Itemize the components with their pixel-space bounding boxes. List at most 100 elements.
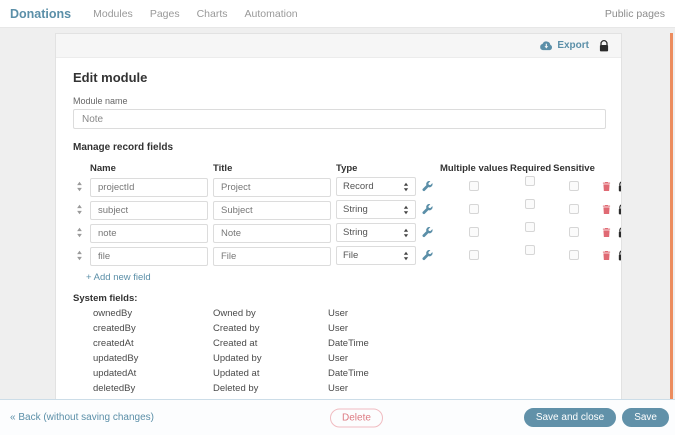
field-name-input[interactable] (90, 201, 208, 220)
system-field-type: User (328, 324, 604, 334)
field-row: File (73, 244, 604, 267)
module-lock-icon[interactable] (599, 40, 609, 52)
nav-item-public-pages[interactable]: Public pages (605, 8, 665, 20)
system-field-title: Updated at (213, 369, 328, 379)
system-field-type: DateTime (328, 339, 604, 349)
system-field-row: createdBy Created by User (73, 324, 604, 334)
delete-field-trash-icon[interactable] (598, 181, 614, 192)
field-settings-wrench-icon[interactable] (416, 250, 438, 261)
export-button[interactable]: Export (539, 40, 589, 51)
drag-handle-icon[interactable] (73, 250, 86, 261)
top-navbar: Donations Modules Pages Charts Automatio… (0, 0, 675, 28)
required-checkbox[interactable] (525, 222, 535, 232)
system-field-row: updatedBy Updated by User (73, 354, 604, 364)
export-label: Export (557, 40, 589, 51)
field-settings-wrench-icon[interactable] (416, 181, 438, 192)
card-body: Edit module Module name Manage record fi… (56, 58, 621, 399)
field-title-input[interactable] (213, 178, 331, 197)
multiple-values-checkbox[interactable] (469, 204, 479, 214)
sensitive-checkbox[interactable] (569, 227, 579, 237)
environment-stripe (670, 33, 673, 399)
field-settings-wrench-icon[interactable] (416, 227, 438, 238)
save-button[interactable]: Save (622, 408, 669, 427)
field-title-input[interactable] (213, 247, 331, 266)
nav-item-automation[interactable]: Automation (245, 8, 298, 20)
system-field-title: Updated by (213, 354, 328, 364)
system-field-title: Deleted by (213, 384, 328, 394)
system-field-type: User (328, 309, 604, 319)
system-field-title: Owned by (213, 309, 328, 319)
system-field-title: Created at (213, 339, 328, 349)
nav-item-modules[interactable]: Modules (93, 8, 133, 20)
app-window: Donations Modules Pages Charts Automatio… (0, 0, 675, 435)
field-settings-wrench-icon[interactable] (416, 204, 438, 215)
field-type-value: Record (343, 181, 374, 192)
fields-table-header: Name Title Type Multiple values Required… (73, 161, 604, 175)
system-field-type: User (328, 384, 604, 394)
delete-field-trash-icon[interactable] (598, 227, 614, 238)
manage-fields-heading: Manage record fields (73, 142, 604, 153)
drag-handle-icon[interactable] (73, 204, 86, 215)
back-link[interactable]: « Back (without saving changes) (10, 412, 154, 423)
system-field-name: updatedBy (93, 354, 213, 364)
content-area: Export Edit module Module name Manage re… (0, 28, 675, 399)
system-field-name: updatedAt (93, 369, 213, 379)
field-lock-icon[interactable] (614, 250, 621, 261)
system-field-row: ownedBy Owned by User (73, 309, 604, 319)
system-field-row: updatedAt Updated at DateTime (73, 369, 604, 379)
select-arrows-icon (403, 205, 409, 215)
multiple-values-checkbox[interactable] (469, 250, 479, 260)
required-checkbox[interactable] (525, 176, 535, 186)
system-field-title: Created by (213, 324, 328, 334)
system-field-name: ownedBy (93, 309, 213, 319)
drag-handle-icon[interactable] (73, 181, 86, 192)
field-lock-icon[interactable] (614, 227, 621, 238)
field-name-input[interactable] (90, 224, 208, 243)
system-fields-heading: System fields: (73, 293, 604, 304)
sensitive-checkbox[interactable] (569, 250, 579, 260)
field-type-value: String (343, 227, 368, 238)
save-actions: Save and close Save (524, 408, 669, 427)
select-arrows-icon (403, 182, 409, 192)
field-type-select[interactable]: String (336, 200, 416, 219)
field-lock-icon[interactable] (614, 204, 621, 215)
multiple-values-checkbox[interactable] (469, 181, 479, 191)
save-and-close-button[interactable]: Save and close (524, 408, 616, 427)
add-new-field-link[interactable]: + Add new field (86, 272, 151, 283)
module-name-input[interactable] (73, 109, 606, 129)
select-arrows-icon (403, 251, 409, 261)
field-row: String (73, 198, 604, 221)
field-type-select[interactable]: Record (336, 177, 416, 196)
column-header-multiple-values: Multiple values (438, 163, 510, 174)
delete-field-trash-icon[interactable] (598, 204, 614, 215)
column-header-type: Type (336, 163, 416, 174)
field-name-input[interactable] (90, 247, 208, 266)
sensitive-checkbox[interactable] (569, 181, 579, 191)
drag-handle-icon[interactable] (73, 227, 86, 238)
field-name-input[interactable] (90, 178, 208, 197)
delete-field-trash-icon[interactable] (598, 250, 614, 261)
system-field-name: createdAt (93, 339, 213, 349)
action-bar: « Back (without saving changes) Delete S… (0, 399, 675, 435)
field-lock-icon[interactable] (614, 181, 621, 192)
nav-item-charts[interactable]: Charts (197, 8, 228, 20)
column-header-title: Title (213, 163, 331, 174)
field-type-select[interactable]: String (336, 223, 416, 242)
field-type-select[interactable]: File (336, 246, 416, 265)
system-field-row: deletedBy Deleted by User (73, 384, 604, 394)
page-title: Edit module (73, 70, 604, 85)
nav-item-pages[interactable]: Pages (150, 8, 180, 20)
system-field-name: createdBy (93, 324, 213, 334)
sensitive-checkbox[interactable] (569, 204, 579, 214)
brand-donations[interactable]: Donations (10, 7, 71, 21)
system-field-type: User (328, 354, 604, 364)
field-title-input[interactable] (213, 224, 331, 243)
field-type-value: String (343, 204, 368, 215)
delete-button[interactable]: Delete (330, 408, 383, 427)
multiple-values-checkbox[interactable] (469, 227, 479, 237)
field-title-input[interactable] (213, 201, 331, 220)
system-field-name: deletedBy (93, 384, 213, 394)
required-checkbox[interactable] (525, 199, 535, 209)
required-checkbox[interactable] (525, 245, 535, 255)
select-arrows-icon (403, 228, 409, 238)
